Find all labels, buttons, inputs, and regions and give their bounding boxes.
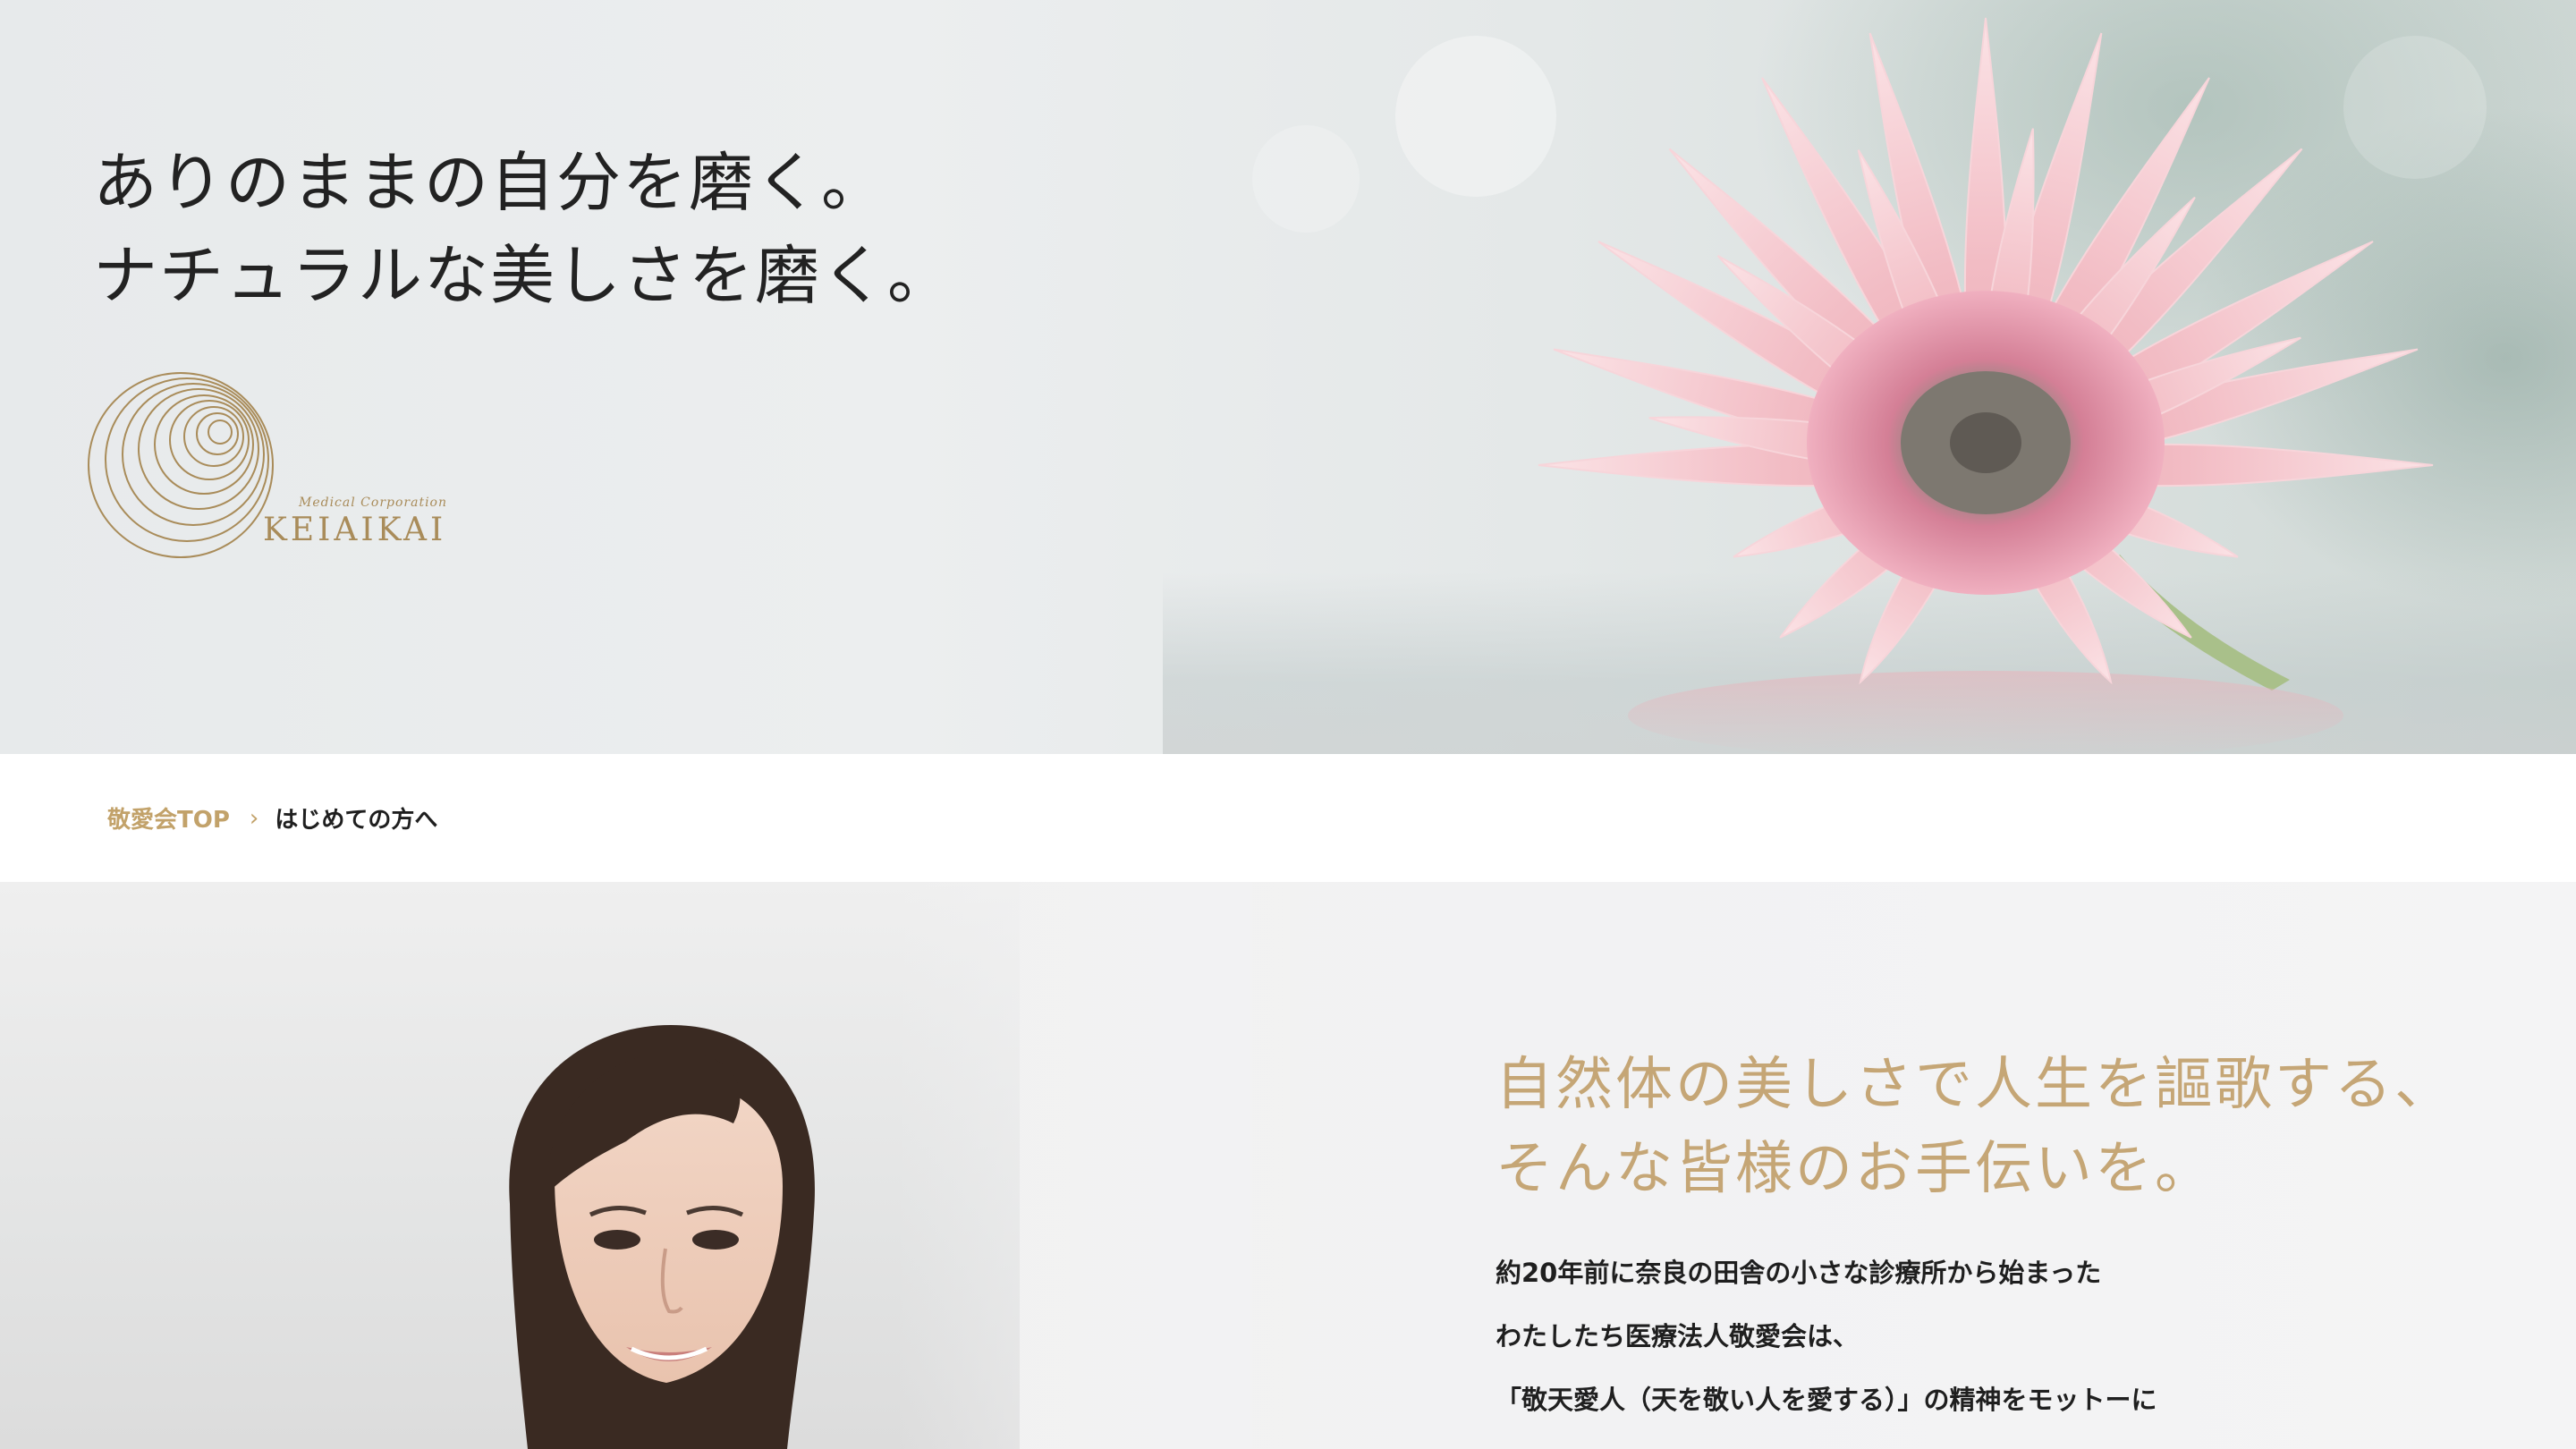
intro-body-line: 「敬天愛人（天を敬い人を愛する）」の精神をモットーに bbox=[1496, 1385, 2157, 1415]
intro-heading: 自然体の美しさで人生を謳歌する、 そんな皆様のお手伝いを。 bbox=[1496, 1043, 2454, 1211]
gerbera-flower-image bbox=[1538, 17, 2434, 754]
chevron-right-icon: › bbox=[249, 804, 259, 832]
intro-heading-line1: 自然体の美しさで人生を謳歌する、 bbox=[1496, 1052, 2454, 1118]
bokeh-light bbox=[1252, 125, 1360, 233]
hero-tagline: ありのままの自分を磨く。 ナチュラルな美しさを磨く。 bbox=[93, 136, 953, 322]
photo-fade-overlay bbox=[894, 882, 1252, 1449]
hero-banner: ありのままの自分を磨く。 ナチュラルな美しさを磨く。 Medical Corpo… bbox=[0, 0, 2576, 754]
intro-body-line: わたしたち医療法人敬愛会は、 bbox=[1496, 1321, 1860, 1352]
hero-tagline-line1: ありのままの自分を磨く。 bbox=[93, 145, 888, 220]
intro-body-text: 約20年前に奈良の田舎の小さな診療所から始まった わたしたち医療法人敬愛会は、 … bbox=[1496, 1241, 2157, 1432]
breadcrumb-home-link[interactable]: 敬愛会TOP bbox=[107, 801, 230, 835]
intro-body-line: 約20年前に奈良の田舎の小さな診療所から始まった bbox=[1496, 1258, 2102, 1288]
breadcrumb-current-page: はじめての方へ bbox=[275, 807, 438, 834]
hero-tagline-line2: ナチュラルな美しさを磨く。 bbox=[93, 238, 954, 313]
logo-wordmark: KEIAIKAI bbox=[263, 512, 447, 548]
doctor-portrait-image bbox=[509, 1025, 815, 1449]
logo-subtitle: Medical Corporation bbox=[299, 496, 447, 510]
keiaikai-logo[interactable]: Medical Corporation KEIAIKAI bbox=[86, 370, 479, 562]
concentric-rings-logo-mark bbox=[88, 372, 274, 558]
intro-section: 自然体の美しさで人生を謳歌する、 そんな皆様のお手伝いを。 約20年前に奈良の田… bbox=[0, 882, 2576, 1449]
intro-heading-line2: そんな皆様のお手伝いを。 bbox=[1496, 1136, 2215, 1202]
breadcrumb: 敬愛会TOP › はじめての方へ bbox=[0, 754, 2576, 882]
